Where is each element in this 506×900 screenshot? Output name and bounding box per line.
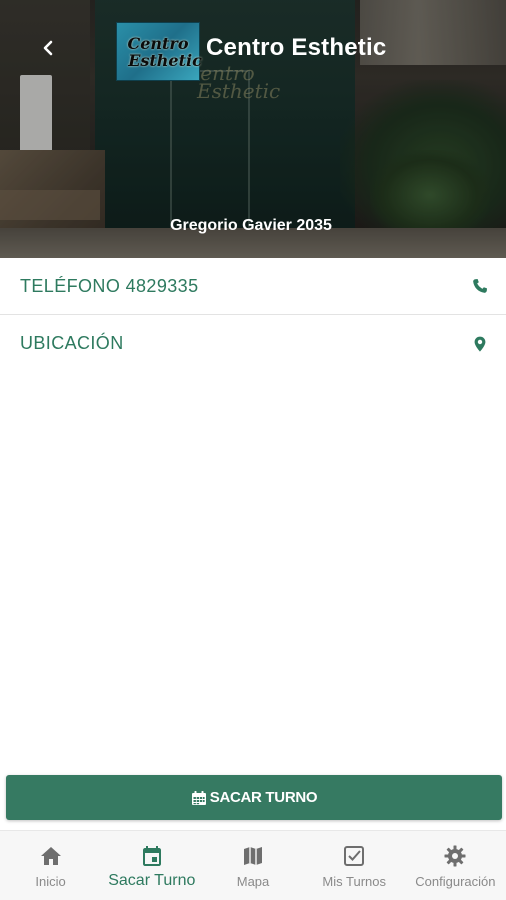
sacar-turno-label: SACAR TURNO: [209, 789, 318, 806]
gear-icon: [444, 845, 466, 867]
nav-label: Inicio: [35, 874, 66, 889]
nav-item-sacar-turno[interactable]: Sacar Turno: [101, 831, 202, 900]
business-address: Gregorio Gavier 2035: [170, 217, 332, 234]
home-icon: [40, 847, 61, 865]
map-icon: [244, 847, 262, 865]
page-title: Centro Esthetic: [206, 34, 387, 61]
phone-row[interactable]: TELÉFONO 4829335: [0, 258, 506, 315]
calendar-icon: [191, 790, 206, 805]
nav-label: Sacar Turno: [108, 872, 196, 889]
header-banner: Centro Esthetic Centro Esthetic Centro E…: [0, 0, 506, 258]
phone-label: TELÉFONO 4829335: [20, 275, 199, 296]
bottom-navigation: Inicio Sacar Turno Mapa Mis Turnos Confi…: [0, 830, 506, 900]
nav-item-inicio[interactable]: Inicio: [0, 831, 101, 900]
business-logo: Centro Esthetic: [116, 22, 202, 81]
checkbox-icon: [344, 846, 365, 866]
location-row[interactable]: UBICACIÓN: [0, 315, 506, 372]
sacar-turno-button[interactable]: SACAR TURNO: [6, 775, 502, 820]
nav-item-mis-turnos[interactable]: Mis Turnos: [304, 831, 405, 900]
phone-icon: [472, 278, 488, 294]
chevron-left-icon: [43, 40, 53, 56]
back-button[interactable]: [34, 34, 62, 62]
nav-label: Configuración: [415, 874, 496, 889]
nav-item-mapa[interactable]: Mapa: [202, 831, 303, 900]
nav-item-configuracion[interactable]: Configuración: [405, 831, 506, 900]
calendar-icon: [142, 846, 161, 866]
nav-label: Mapa: [236, 874, 270, 889]
location-label: UBICACIÓN: [20, 333, 124, 353]
nav-label: Mis Turnos: [322, 874, 386, 889]
map-marker-icon: [472, 336, 488, 352]
